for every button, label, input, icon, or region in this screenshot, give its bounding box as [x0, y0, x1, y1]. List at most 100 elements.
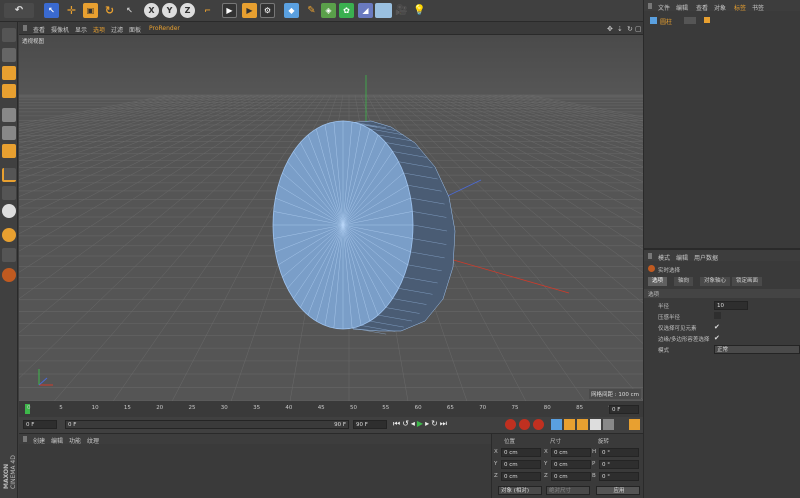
coord-field[interactable]: 0 cm [551, 448, 591, 457]
coord-field[interactable]: 0 ° [599, 460, 639, 469]
viewport-zoom-icon[interactable]: ⇣ [617, 25, 623, 33]
visible-only-checkbox[interactable]: ✔ [714, 323, 720, 331]
keyframe-icon[interactable] [533, 419, 544, 430]
apply-button[interactable]: 应用 [596, 486, 640, 495]
visibility-toggle[interactable] [684, 17, 696, 24]
menu-panel[interactable]: 面板 [129, 25, 141, 34]
timeline-end-field[interactable]: 0 F [609, 405, 639, 414]
menu-function[interactable]: 功能 [69, 436, 81, 445]
viewport-maximize-icon[interactable]: ▢ [635, 25, 642, 33]
render-settings-icon[interactable]: ⚙ [260, 3, 275, 18]
object-row-cylinder[interactable]: 圆柱 [648, 16, 798, 26]
cursor-icon[interactable]: ↖ [122, 3, 137, 18]
layers-icon[interactable] [2, 248, 16, 262]
camera-icon[interactable]: 🎥 [394, 3, 409, 18]
go-start-icon[interactable]: ⏮ [393, 419, 400, 429]
coord-field[interactable]: 0 cm [501, 448, 541, 457]
rotate-icon[interactable]: ↻ [102, 3, 117, 18]
render-view-icon[interactable]: ▶ [222, 3, 237, 18]
phong-tag-icon[interactable] [704, 17, 710, 23]
coord-field[interactable]: 0 cm [551, 472, 591, 481]
next-key-icon[interactable]: ↻ [431, 419, 438, 429]
menu-edit[interactable]: 编辑 [51, 436, 63, 445]
tweak-icon[interactable] [2, 186, 16, 200]
menu-prorender[interactable]: ProRender [149, 25, 180, 32]
go-end-icon[interactable]: ⏭ [440, 419, 447, 429]
key-param-icon[interactable] [590, 419, 601, 430]
menu-mode[interactable]: 模式 [658, 253, 670, 262]
size-mode-select[interactable]: 绝对尺寸 [546, 486, 590, 495]
viewport-rotate-icon[interactable]: ↻ [627, 25, 633, 33]
tab-axis[interactable]: 轴向 [674, 277, 694, 286]
key-position-icon[interactable] [551, 419, 562, 430]
lock-icon[interactable] [2, 268, 16, 282]
pen-icon[interactable]: ✎ [304, 3, 319, 18]
edges-mode-icon[interactable] [2, 126, 16, 140]
render-picture-icon[interactable]: ▶ [242, 3, 257, 18]
timeline-ruler[interactable]: 051015202530354045505560657075808590 0 F [19, 401, 643, 417]
cube-icon[interactable]: ◆ [284, 3, 299, 18]
menu-file[interactable]: 文件 [658, 3, 670, 12]
coordinate-icon[interactable]: ⌐ [200, 3, 215, 18]
auto-key-icon[interactable] [519, 419, 530, 430]
x-lock-icon[interactable]: X [144, 3, 159, 18]
prev-frame-icon[interactable]: ◂ [411, 419, 415, 429]
menu-view[interactable]: 查看 [696, 3, 708, 12]
y-lock-icon[interactable]: Y [162, 3, 177, 18]
menu-edit[interactable]: 编辑 [676, 253, 688, 262]
undo-icon[interactable]: ↶ [4, 3, 34, 18]
snap-icon[interactable] [2, 204, 16, 218]
subdivision-icon[interactable]: ◈ [321, 3, 336, 18]
mode-select[interactable]: 正常 [714, 345, 800, 354]
tolerance-checkbox[interactable]: ✔ [714, 334, 720, 342]
menu-options[interactable]: 选项 [93, 25, 105, 34]
end-frame-field[interactable]: 90 F [353, 420, 387, 429]
menu-display[interactable]: 显示 [75, 25, 87, 34]
coord-field[interactable]: 0 ° [599, 472, 639, 481]
coord-mode-select[interactable]: 对象 (相对) [498, 486, 542, 495]
next-frame-icon[interactable]: ▸ [425, 419, 429, 429]
model-mode-icon[interactable] [2, 48, 16, 62]
tab-object-axis[interactable]: 对象轴心 [700, 277, 731, 286]
z-lock-icon[interactable]: Z [180, 3, 195, 18]
menu-texture[interactable]: 纹理 [87, 436, 99, 445]
record-icon[interactable] [505, 419, 516, 430]
menu-objects[interactable]: 对象 [714, 3, 726, 12]
make-editable-icon[interactable] [2, 28, 16, 42]
key-scale-icon[interactable] [564, 419, 575, 430]
key-pla-icon[interactable] [603, 419, 614, 430]
magnet-icon[interactable] [2, 228, 16, 242]
tab-options[interactable]: 选项 [648, 277, 668, 286]
menu-camera[interactable]: 摄像机 [51, 25, 69, 34]
key-rotation-icon[interactable] [577, 419, 588, 430]
floor-icon[interactable] [375, 3, 392, 18]
viewport-move-icon[interactable]: ✥ [607, 25, 613, 33]
preview-range-slider[interactable]: 0 F 90 F [65, 420, 349, 429]
viewport[interactable]: 透视视图 网格间距 : 100 cm [19, 35, 643, 401]
points-mode-icon[interactable] [2, 108, 16, 122]
coord-field[interactable]: 0 cm [551, 460, 591, 469]
menu-bookmarks[interactable]: 书签 [752, 3, 764, 12]
select-icon[interactable]: ↖ [44, 3, 59, 18]
coord-field[interactable]: 0 ° [599, 448, 639, 457]
texture-mode-icon[interactable] [2, 66, 16, 80]
menu-view[interactable]: 查看 [33, 25, 45, 34]
axis-mode-icon[interactable] [2, 168, 16, 182]
tab-lock-view[interactable]: 锁定画面 [732, 277, 763, 286]
workplane-icon[interactable] [2, 84, 16, 98]
prev-key-icon[interactable]: ↺ [402, 419, 409, 429]
start-frame-field[interactable]: 0 F [23, 420, 57, 429]
play-icon[interactable]: ▶ [417, 419, 423, 429]
move-icon[interactable]: ✛ [64, 3, 79, 18]
coord-field[interactable]: 0 cm [501, 460, 541, 469]
pressure-checkbox[interactable] [714, 312, 721, 319]
timeline-window-icon[interactable] [629, 419, 640, 430]
menu-filter[interactable]: 过滤 [111, 25, 123, 34]
array-icon[interactable]: ✿ [339, 3, 354, 18]
menu-create[interactable]: 创建 [33, 436, 45, 445]
polygons-mode-icon[interactable] [2, 144, 16, 158]
menu-tags[interactable]: 标签 [734, 3, 746, 12]
menu-edit[interactable]: 编辑 [676, 3, 688, 12]
scale-icon[interactable]: ▣ [83, 3, 98, 18]
radius-field[interactable]: 10 [714, 301, 748, 310]
